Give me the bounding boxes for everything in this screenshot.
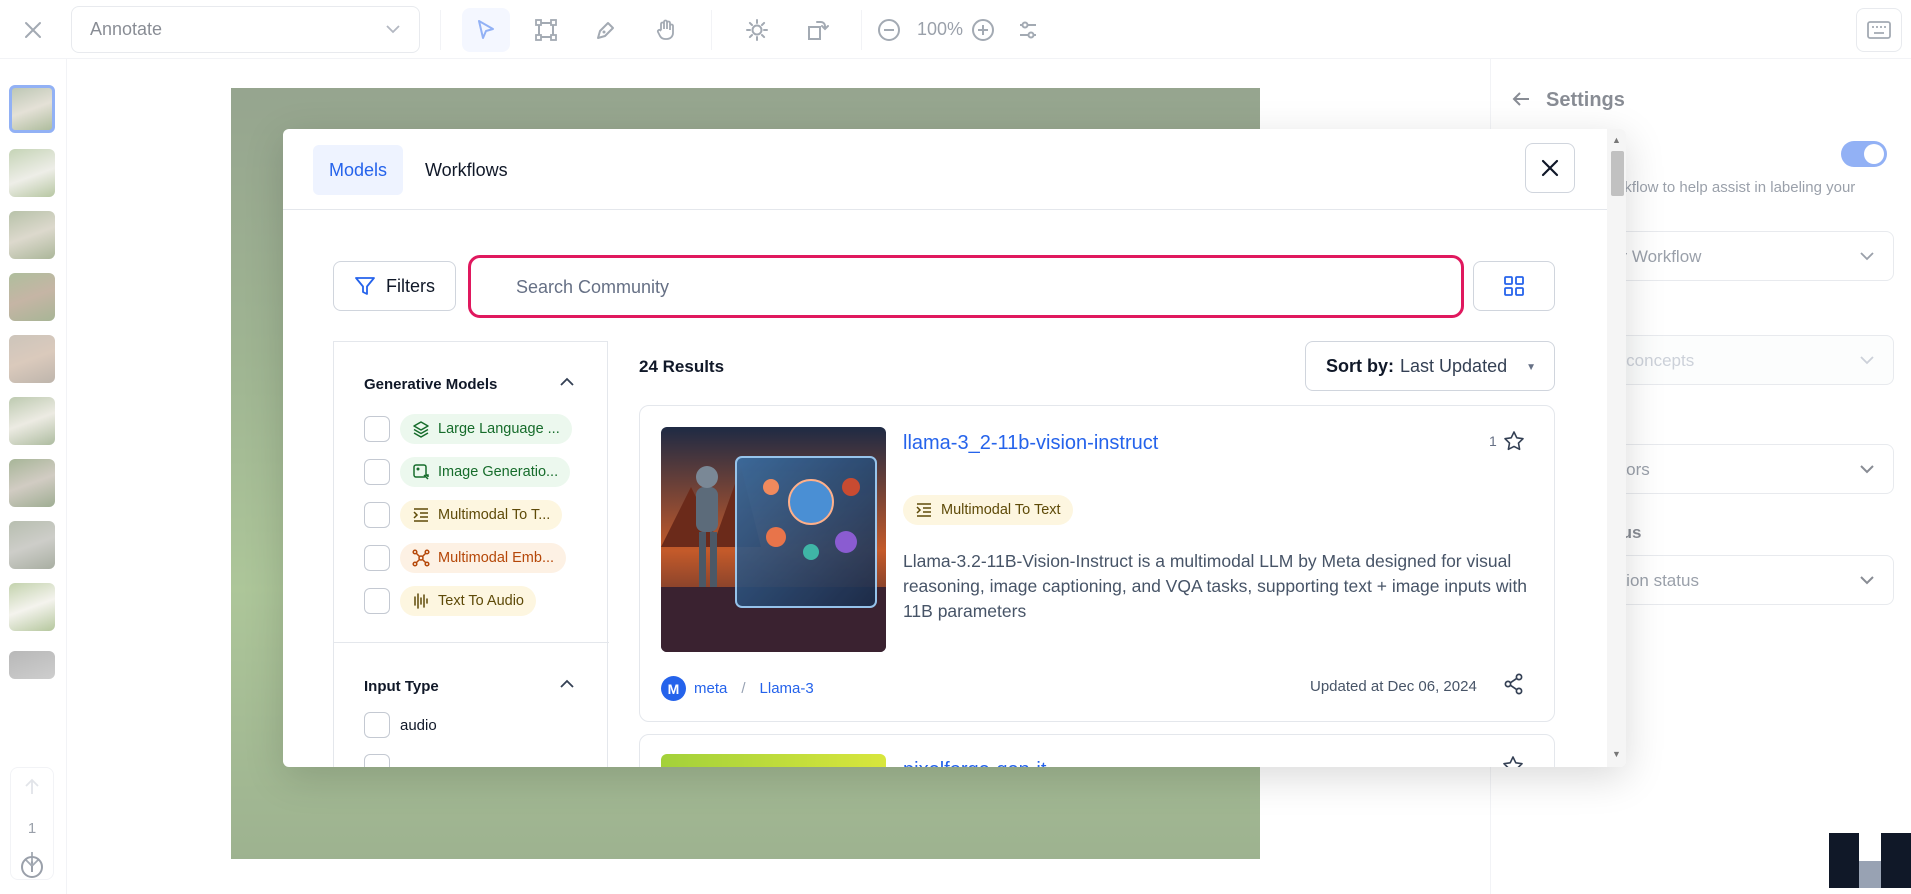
filter-panel: Generative Models Large Language ... Ima…	[333, 341, 609, 767]
model-thumbnail-image[interactable]	[661, 754, 886, 767]
filter-chip-label: Multimodal Emb...	[438, 550, 555, 566]
filter-option[interactable]: Multimodal Emb...	[364, 543, 567, 573]
caret-down-icon: ▼	[1526, 362, 1536, 373]
chevron-up-icon[interactable]	[559, 676, 575, 697]
filter-option[interactable]: Multimodal To T...	[364, 500, 563, 530]
scroll-up-arrow-icon[interactable]: ▲	[1612, 135, 1621, 145]
tab-workflows-label: Workflows	[425, 159, 508, 180]
star-icon	[1503, 431, 1524, 451]
checkbox[interactable]	[364, 502, 390, 528]
model-owner: M meta / Llama-3	[661, 676, 814, 701]
share-icon[interactable]	[1503, 673, 1525, 700]
network-icon	[412, 549, 430, 567]
app-link[interactable]: Llama-3	[760, 680, 814, 697]
model-thumbnail-image[interactable]	[661, 427, 886, 652]
checkbox[interactable]	[364, 588, 390, 614]
model-card[interactable]: pixelforge-gen-it	[639, 734, 1555, 767]
scrollbar-thumb[interactable]	[1611, 151, 1624, 196]
chevron-up-icon[interactable]	[559, 374, 575, 395]
filter-section-title: Generative Models	[364, 376, 498, 393]
results-count: 24 Results	[639, 357, 725, 376]
filter-chip: Image Generatio...	[400, 457, 571, 487]
tab-models-label: Models	[329, 159, 388, 180]
filter-section-title: Input Type	[364, 678, 439, 695]
filter-option[interactable]	[364, 754, 390, 767]
checkbox[interactable]	[364, 754, 390, 767]
checkbox[interactable]	[364, 416, 390, 442]
filters-label: Filters	[386, 275, 435, 296]
model-title-link[interactable]: llama-3_2-11b-vision-instruct	[903, 432, 1158, 455]
tab-models[interactable]: Models	[313, 145, 404, 195]
tab-workflows[interactable]: Workflows	[409, 145, 524, 195]
filter-chip-label: Text To Audio	[438, 593, 524, 609]
divider	[334, 642, 609, 643]
filter-chip: Large Language ...	[400, 414, 572, 444]
filters-button[interactable]: Filters	[333, 261, 456, 311]
filter-option[interactable]: Large Language ...	[364, 414, 572, 444]
search-box	[468, 255, 1464, 318]
close-icon	[1541, 159, 1559, 177]
avatar: M	[661, 676, 686, 701]
model-title-link[interactable]: pixelforge-gen-it	[903, 759, 1046, 767]
model-description: Llama-3.2-11B-Vision-Instruct is a multi…	[903, 551, 1528, 621]
close-modal-button[interactable]	[1525, 143, 1575, 193]
modal-tabs: Models Workflows	[283, 129, 1607, 210]
community-modal: Models Workflows ▲ ▼ Filters Generative …	[283, 129, 1626, 767]
owner-link[interactable]: meta	[694, 680, 727, 697]
model-tag-chip: Multimodal To Text	[903, 495, 1073, 525]
filter-option[interactable]: Text To Audio	[364, 586, 536, 616]
checkbox[interactable]	[364, 545, 390, 571]
checkbox[interactable]	[364, 712, 390, 738]
breadcrumb-separator: /	[741, 680, 746, 697]
filter-option-label: audio	[400, 716, 437, 734]
corner-widget	[1829, 833, 1911, 888]
filter-chip-label: Large Language ...	[438, 421, 560, 437]
star-button[interactable]: 1	[1489, 430, 1525, 452]
filter-chip: Text To Audio	[400, 586, 536, 616]
model-card[interactable]: llama-3_2-11b-vision-instruct 1 Multimod…	[639, 405, 1555, 722]
filter-chip: Multimodal Emb...	[400, 543, 567, 573]
sort-prefix: Sort by:	[1326, 355, 1395, 376]
image-gen-icon	[413, 464, 429, 480]
sort-select[interactable]: Sort by: Last Updated ▼	[1305, 341, 1555, 391]
list-indent-icon	[916, 503, 931, 517]
star-icon[interactable]	[1502, 755, 1524, 767]
star-count: 1	[1489, 433, 1497, 449]
model-tag-label: Multimodal To Text	[941, 502, 1061, 518]
sort-value: Last Updated	[1400, 355, 1508, 376]
filter-icon	[355, 277, 375, 295]
grid-icon	[1504, 276, 1524, 296]
scroll-down-arrow-icon[interactable]: ▼	[1612, 749, 1621, 759]
audio-wave-icon	[414, 593, 428, 609]
list-indent-icon	[413, 508, 428, 522]
grid-view-button[interactable]	[1473, 261, 1555, 311]
layers-icon	[413, 421, 429, 438]
filter-chip: Multimodal To T...	[400, 500, 563, 530]
filter-chip-label: Multimodal To T...	[438, 507, 551, 523]
filter-option[interactable]: Image Generatio...	[364, 457, 571, 487]
checkbox[interactable]	[364, 459, 390, 485]
filter-chip-label: Image Generatio...	[438, 464, 559, 480]
search-input[interactable]	[481, 263, 1449, 311]
filter-option[interactable]: audio	[364, 712, 437, 738]
updated-date: Updated at Dec 06, 2024	[1310, 678, 1477, 695]
model-tag: Multimodal To Text	[903, 495, 1073, 525]
modal-scrollbar[interactable]: ▲ ▼	[1607, 129, 1626, 767]
